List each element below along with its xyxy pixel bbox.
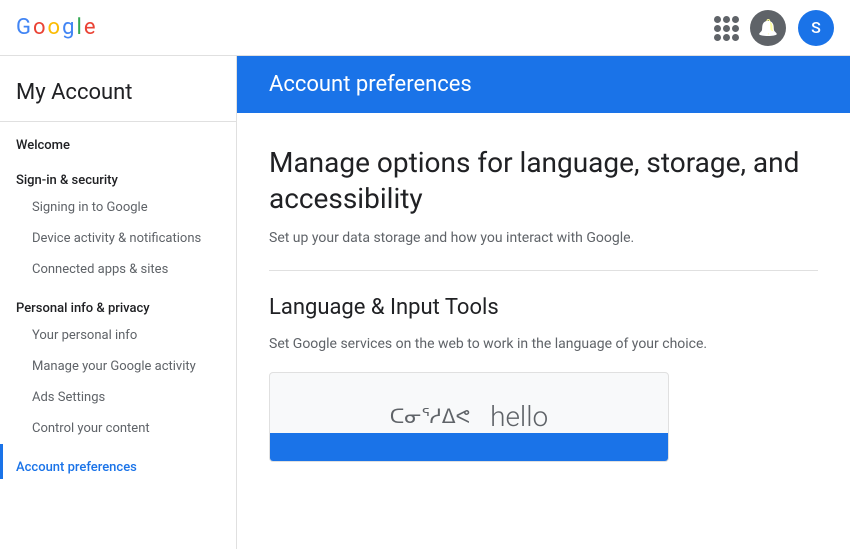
content-area: Account preferences Manage options for l…: [237, 56, 850, 549]
section-divider: [269, 270, 818, 271]
logo-letter-o1: o: [33, 15, 46, 40]
sub-section-desc: Set Google services on the web to work i…: [269, 336, 818, 352]
logo-letter-g: G: [16, 15, 31, 40]
logo-letter-g2: g: [62, 15, 74, 40]
sidebar-item-signing-in[interactable]: Signing in to Google: [0, 192, 236, 223]
sidebar-item-google-activity[interactable]: Manage your Google activity: [0, 351, 236, 382]
logo-letter-l: l: [76, 15, 81, 40]
sidebar-section-signin: Sign-in & security: [0, 157, 236, 192]
logo-area: Google: [16, 15, 95, 40]
sidebar-item-connected-apps[interactable]: Connected apps & sites: [0, 254, 236, 285]
foreign-text: ᑕᓂᕐᓱᐃᕙ: [390, 404, 470, 429]
logo-letter-e: e: [84, 15, 96, 40]
lang-card-button[interactable]: [270, 433, 668, 461]
sidebar-item-device-activity[interactable]: Device activity & notifications: [0, 223, 236, 254]
main-container: My Account Welcome Sign-in & security Si…: [0, 56, 850, 549]
content-body: Manage options for language, storage, an…: [237, 113, 850, 462]
sidebar-title: My Account: [0, 56, 236, 122]
hello-text: hello: [490, 400, 548, 433]
avatar[interactable]: S: [798, 10, 834, 46]
header-actions: S: [714, 10, 834, 46]
sidebar: My Account Welcome Sign-in & security Si…: [0, 56, 237, 549]
sidebar-item-ads-settings[interactable]: Ads Settings: [0, 382, 236, 413]
app-header: Google S: [0, 0, 850, 56]
lang-card-content: ᑕᓂᕐᓱᐃᕙ hello: [370, 400, 568, 433]
notifications-icon[interactable]: [750, 10, 786, 46]
sidebar-section-personal: Personal info & privacy: [0, 285, 236, 320]
content-header: Account preferences: [237, 56, 850, 113]
main-section-desc: Set up your data storage and how you int…: [269, 230, 818, 246]
logo-letter-o2: o: [48, 15, 61, 40]
sub-section-title: Language & Input Tools: [269, 295, 818, 320]
google-logo: Google: [16, 15, 95, 40]
sidebar-section-account-prefs[interactable]: Account preferences: [0, 444, 236, 479]
sidebar-item-control-content[interactable]: Control your content: [0, 413, 236, 444]
apps-icon[interactable]: [714, 16, 738, 40]
language-card: ᑕᓂᕐᓱᐃᕙ hello: [269, 372, 669, 462]
sidebar-section-welcome: Welcome: [0, 122, 236, 157]
sidebar-item-personal-info[interactable]: Your personal info: [0, 320, 236, 351]
main-section-title: Manage options for language, storage, an…: [269, 145, 818, 218]
